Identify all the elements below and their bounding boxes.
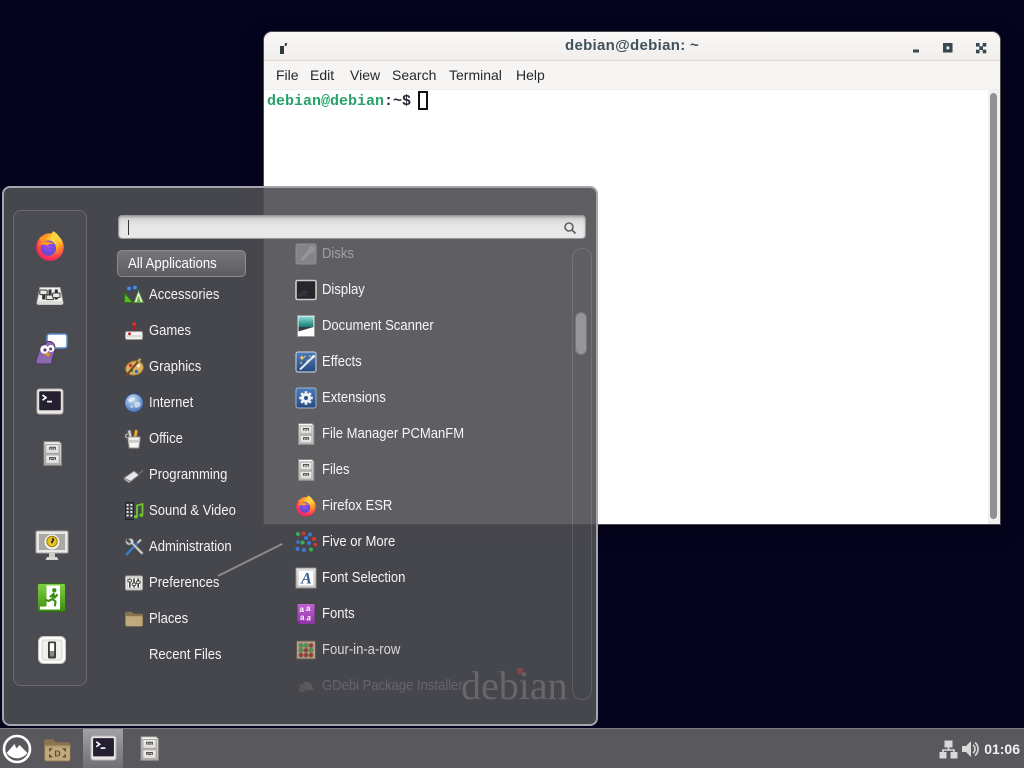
svg-text:A: A xyxy=(300,571,312,588)
svg-text:a: a xyxy=(306,604,311,613)
svg-text:a: a xyxy=(307,614,312,623)
svg-text:D: D xyxy=(54,749,60,759)
svg-text:a: a xyxy=(300,613,305,622)
